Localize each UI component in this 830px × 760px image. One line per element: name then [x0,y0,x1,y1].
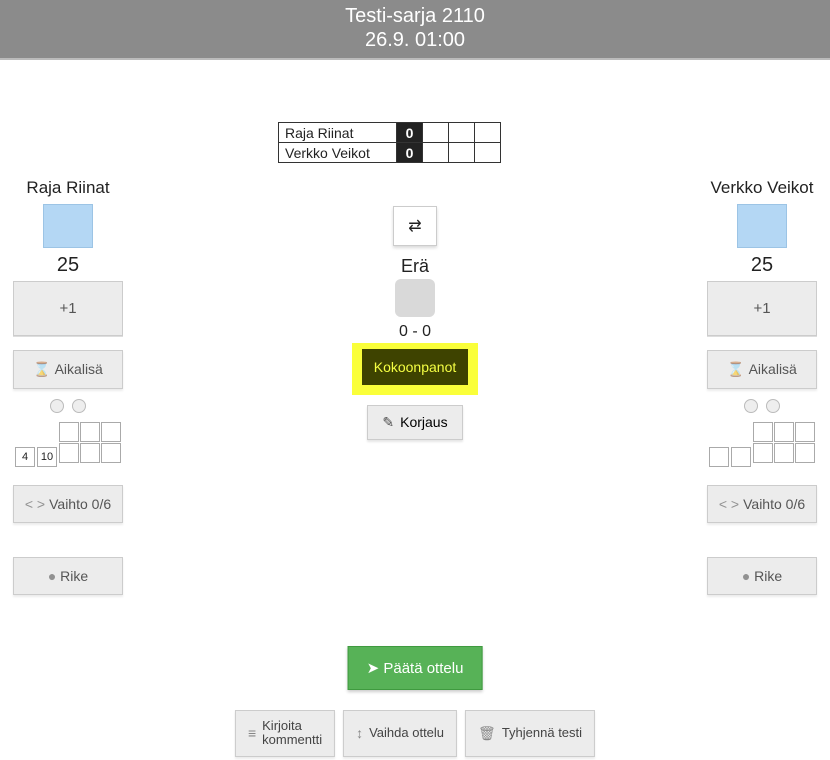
timeout-dots-right [702,399,822,416]
lineup-cell[interactable] [774,422,794,442]
timeout-button-right[interactable]: ⌛Aikalisä [707,350,817,389]
clear-test-button[interactable]: 🗑 Tyhjennä testi [465,710,595,757]
team-color-right[interactable] [737,204,787,248]
score-row-score: 0 [397,123,423,143]
score-row-1: Verkko Veikot 0 [279,143,501,163]
bottom-button-row: ≡ Kirjoitakommentti ↕ Vaihda ottelu 🗑 Ty… [235,710,595,757]
substitution-button-right[interactable]: < >Vaihto 0/6 [707,485,817,523]
lineup-cell[interactable] [101,443,121,463]
switch-match-button[interactable]: ↕ Vaihda ottelu [343,710,457,757]
team-name-right: Verkko Veikot [702,178,822,198]
lineup-cell[interactable] [753,422,773,442]
team-color-left[interactable] [43,204,93,248]
end-match-button[interactable]: ➤ Päätä ottelu [348,646,483,690]
correction-button[interactable]: ✎Korjaus [367,405,462,440]
plus-one-button-right[interactable]: +1 [707,281,817,336]
foul-button-right[interactable]: ● Rike [707,557,817,595]
hourglass-icon: ⌛ [727,361,744,377]
lineup-cell[interactable] [795,422,815,442]
team-name-left: Raja Riinat [8,178,128,198]
lineup-cell[interactable] [59,422,79,442]
header-title: Testi-sarja 2110 [0,4,830,28]
lineup-cell[interactable] [80,422,100,442]
swap-sides-button[interactable]: ⇄ [393,206,437,246]
pencil-icon: ✎ [382,414,394,430]
lineup-cell[interactable] [795,443,815,463]
warning-icon: ● [48,568,56,584]
score-row-score: 0 [397,143,423,163]
substitution-button-left[interactable]: < >Vaihto 0/6 [13,485,123,523]
list-icon: ≡ [248,726,256,741]
lineup-cell[interactable] [753,443,773,463]
foul-button-left[interactable]: ● Rike [13,557,123,595]
trash-icon: 🗑 [478,726,496,741]
write-comment-button[interactable]: ≡ Kirjoitakommentti [235,710,335,757]
warning-icon: ● [742,568,750,584]
lineup-cell[interactable] [59,443,79,463]
set-label: Erä [325,256,505,277]
timeout-dots-left [8,399,128,416]
score-table: Raja Riinat 0 Verkko Veikot 0 [278,122,501,163]
set-number-box [395,279,435,317]
score-row-name: Verkko Veikot [279,143,397,163]
swap-icon: < > [25,496,45,512]
score-row-0: Raja Riinat 0 [279,123,501,143]
libero-cell[interactable] [731,447,751,467]
lineups-button[interactable]: Kokoonpanot [362,349,469,385]
lineup-left: 4 10 [8,422,128,467]
timeout-dot [766,399,780,413]
timeout-dot [744,399,758,413]
timeout-dot [50,399,64,413]
libero-cell[interactable]: 4 [15,447,35,467]
swap-sides-icon: ⇄ [408,216,421,236]
team-panel-left: Raja Riinat 25 +1 ⌛Aikalisä 4 10 < >Vaih… [8,178,128,609]
plus-one-button-left[interactable]: +1 [13,281,123,336]
team-target-left: 25 [8,254,128,277]
up-down-icon: ↕ [356,726,363,741]
swap-icon: < > [719,496,739,512]
score-row-name: Raja Riinat [279,123,397,143]
hourglass-icon: ⌛ [33,361,50,377]
timeout-button-left[interactable]: ⌛Aikalisä [13,350,123,389]
lineup-cell[interactable] [774,443,794,463]
set-score: 0 - 0 [325,323,505,341]
send-icon: ➤ [367,660,380,677]
libero-cell[interactable] [709,447,729,467]
center-column: ⇄ Erä 0 - 0 Kokoonpanot ✎Korjaus [325,206,505,440]
team-panel-right: Verkko Veikot 25 +1 ⌛Aikalisä < >Vaihto … [702,178,822,609]
team-target-right: 25 [702,254,822,277]
header-datetime: 26.9. 01:00 [0,28,830,52]
lineup-cell[interactable] [80,443,100,463]
lineup-right [702,422,822,467]
page-header: Testi-sarja 2110 26.9. 01:00 [0,0,830,60]
lineup-cell[interactable] [101,422,121,442]
timeout-dot [72,399,86,413]
lineups-highlight: Kokoonpanot [352,343,479,395]
libero-cell[interactable]: 10 [37,447,57,467]
